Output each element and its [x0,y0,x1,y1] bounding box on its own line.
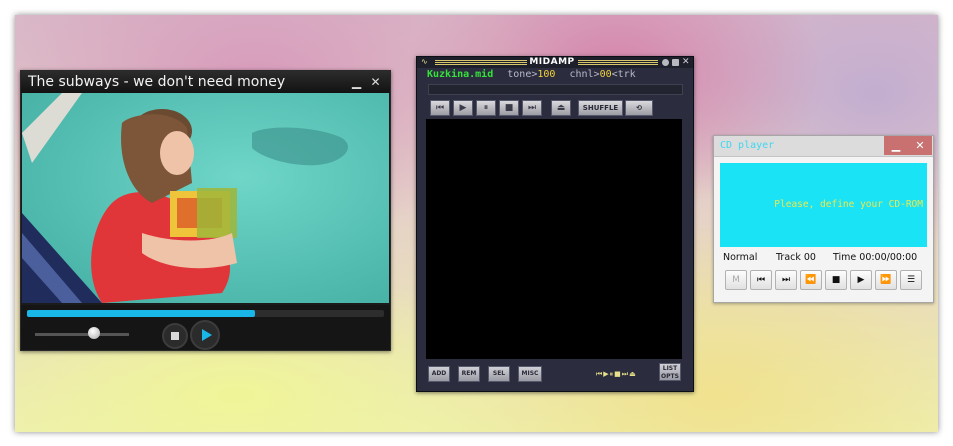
play-icon [202,329,212,341]
stop-icon [171,332,179,340]
shuffle-button[interactable]: SHUFFLE [578,100,623,116]
eject-icon: ⏏ [556,103,566,113]
midamp-window: ∿ MIDAMP ✕ Kuzkina.mid tone>100 chnl>00<… [416,56,694,392]
close-icon[interactable]: ✕ [908,136,932,155]
cd-message: Please, define your CD-ROM [774,199,923,210]
play-icon: ▶ [857,275,865,285]
previous-track-button[interactable]: ⏮ [750,270,772,290]
volume-slider[interactable] [35,333,129,336]
channel-value[interactable]: 00 [600,69,612,80]
play-button[interactable]: ▶ [453,100,473,116]
select-label: SEL [492,370,506,377]
current-file-name: Kuzkina.mid [427,69,494,80]
play-button[interactable]: ▶ [850,270,872,290]
add-label: ADD [431,370,447,377]
video-frame-image [22,93,389,303]
misc-label: MISC [521,370,539,377]
fast-forward-icon: ⏩ [880,275,892,285]
repeat-icon: ⟲ [636,104,642,112]
playlist-button[interactable]: ☰ [900,270,922,290]
track-label: <trk [611,69,636,80]
rewind-button[interactable]: ⏪ [800,270,822,290]
seek-bar-progress [27,310,255,317]
minimize-icon[interactable] [662,59,669,66]
shade-icon[interactable] [672,59,679,66]
next-icon: ⏭ [527,103,537,113]
tone-label: tone> [507,69,538,80]
seek-bar[interactable] [27,310,384,317]
time-readout: Time 00:00/00:00 [833,252,918,263]
mode-button[interactable]: M [725,270,747,290]
stop-button[interactable] [162,323,188,349]
stop-icon: ■ [831,275,841,285]
tone-value[interactable]: 100 [537,69,555,80]
next-track-icon: ⏭ [781,275,791,285]
eject-button[interactable]: ⏏ [551,100,571,116]
list-opts-line1: LIST [662,365,678,372]
cd-player-title: CD player [720,140,775,151]
playlist-icon: ☰ [906,275,916,285]
playlist-area[interactable] [426,119,682,359]
close-icon[interactable]: ✕ [368,75,383,90]
minimize-icon[interactable]: ▁ [884,136,908,155]
cd-player-titlebar[interactable]: CD player ▁ ✕ [714,136,933,157]
stop-button[interactable]: ■ [499,100,519,116]
cd-player-window: CD player ▁ ✕ Please, define your CD-ROM… [713,135,934,303]
stop-button[interactable]: ■ [825,270,847,290]
next-track-button[interactable]: ⏭ [775,270,797,290]
volume-slider-knob[interactable] [88,327,100,339]
shuffle-label: SHUFFLE [582,104,619,112]
midamp-logo-icon[interactable]: ∿ [421,57,428,66]
play-button[interactable] [190,320,220,350]
rewind-icon: ⏪ [805,275,817,285]
video-player-titlebar[interactable]: The subways - we don't need money ▁ ✕ [21,71,390,93]
list-options-button[interactable]: LIST OPTS [659,363,681,381]
add-button[interactable]: ADD [428,366,450,382]
titlebar-stripe [578,60,658,65]
video-title: The subways - we don't need money [28,74,286,90]
channel-label: chnl> [569,69,600,80]
video-controls [21,305,390,350]
position-bar[interactable] [428,84,683,95]
titlebar-stripe [435,60,527,65]
cd-display: Please, define your CD-ROM [720,163,927,247]
pause-icon: ⏸ [483,103,489,113]
play-mode: Normal [723,252,758,263]
remove-button[interactable]: REM [458,366,480,382]
repeat-button[interactable]: ⟲ [625,100,653,116]
video-frame[interactable] [22,93,389,303]
midamp-info-line: Kuzkina.mid tone>100 chnl>00<trk [427,69,636,80]
mini-transport-controls[interactable]: ⏮▶⏸■⏭⏏ [596,370,637,379]
minimize-icon[interactable]: ▁ [349,75,364,90]
play-icon: ▶ [459,103,467,113]
close-icon[interactable]: ✕ [682,58,690,67]
remove-label: REM [461,370,477,377]
list-opts-line2: OPTS [661,373,679,380]
track-readout: Track 00 [776,252,816,263]
misc-button[interactable]: MISC [518,366,542,382]
prev-track-icon: ⏮ [756,275,766,285]
midamp-titlebar[interactable]: ∿ MIDAMP ✕ [417,57,693,68]
midamp-title: MIDAMP [529,57,575,67]
select-button[interactable]: SEL [488,366,510,382]
next-button[interactable]: ⏭ [522,100,542,116]
prev-icon: ⏮ [435,103,445,113]
mode-icon: M [732,275,740,285]
fast-forward-button[interactable]: ⏩ [875,270,897,290]
previous-button[interactable]: ⏮ [430,100,450,116]
stop-icon: ■ [504,103,514,113]
video-player-window: The subways - we don't need money ▁ ✕ [20,70,391,351]
pause-button[interactable]: ⏸ [476,100,496,116]
